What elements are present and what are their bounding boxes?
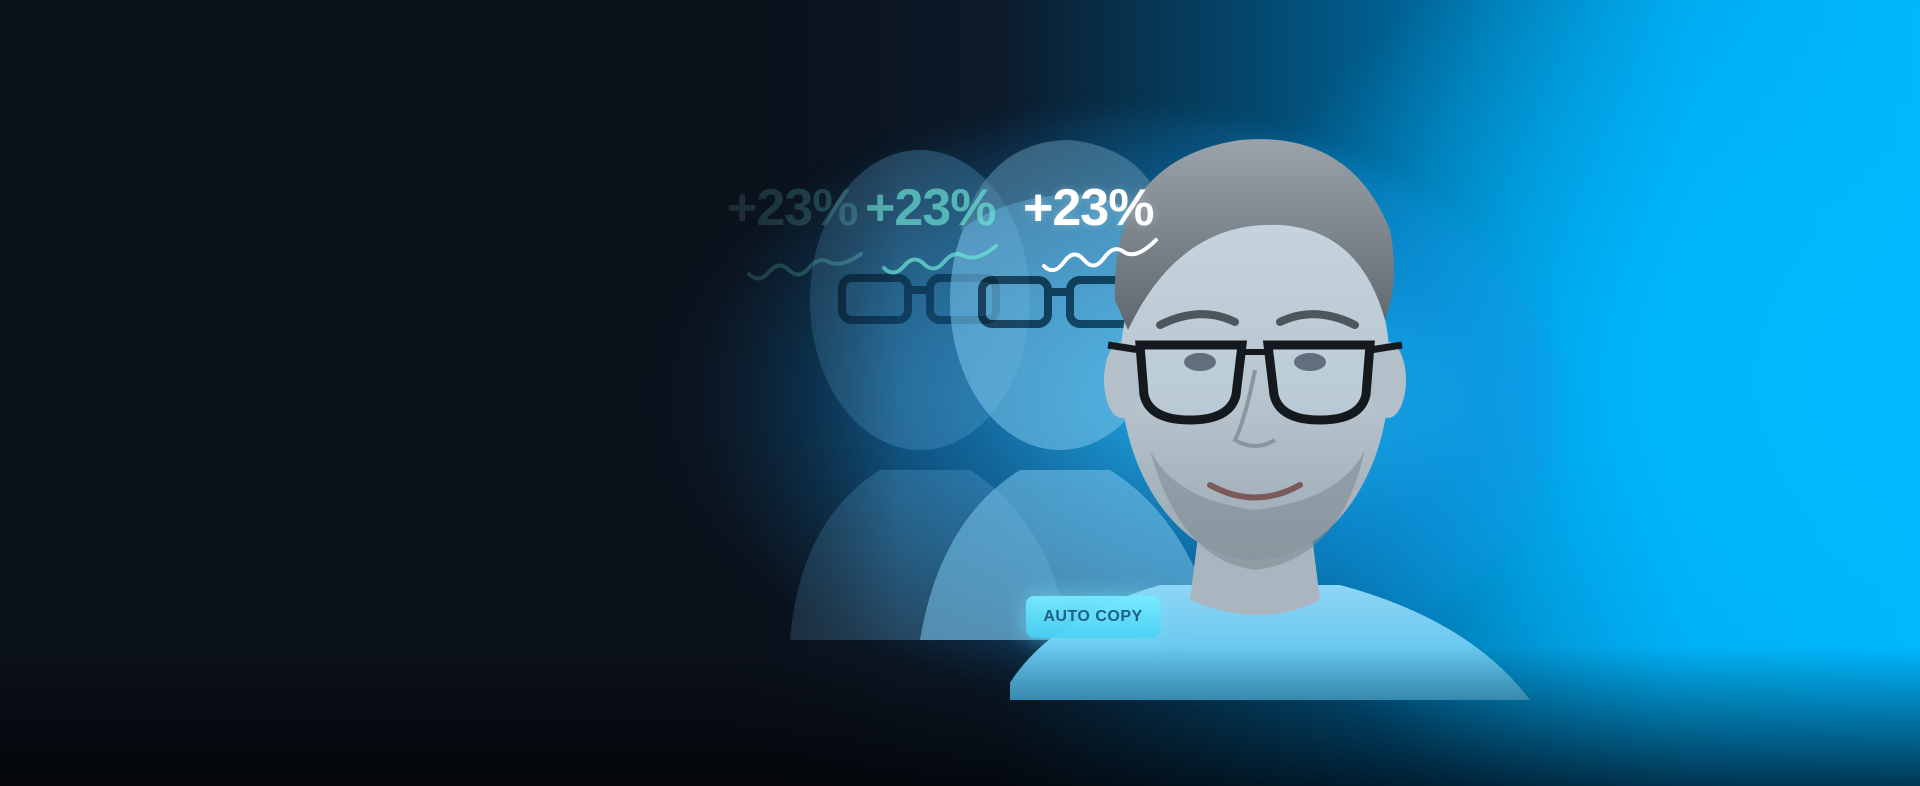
stat-ghost-mid: +23% xyxy=(865,179,996,237)
squiggle-trend-icon xyxy=(882,244,998,275)
auto-copy-badge: AUTO COPY xyxy=(1026,596,1160,638)
squiggle-trend-icon xyxy=(1042,238,1158,273)
portrait-front xyxy=(1010,139,1530,700)
hero-banner: +23% +23% +23% AUTO COPY xyxy=(0,0,1920,786)
stat-front: +23% xyxy=(1023,179,1154,237)
squiggle-trend-icon xyxy=(747,252,863,281)
stat-ghost-far: +23% xyxy=(727,179,858,237)
